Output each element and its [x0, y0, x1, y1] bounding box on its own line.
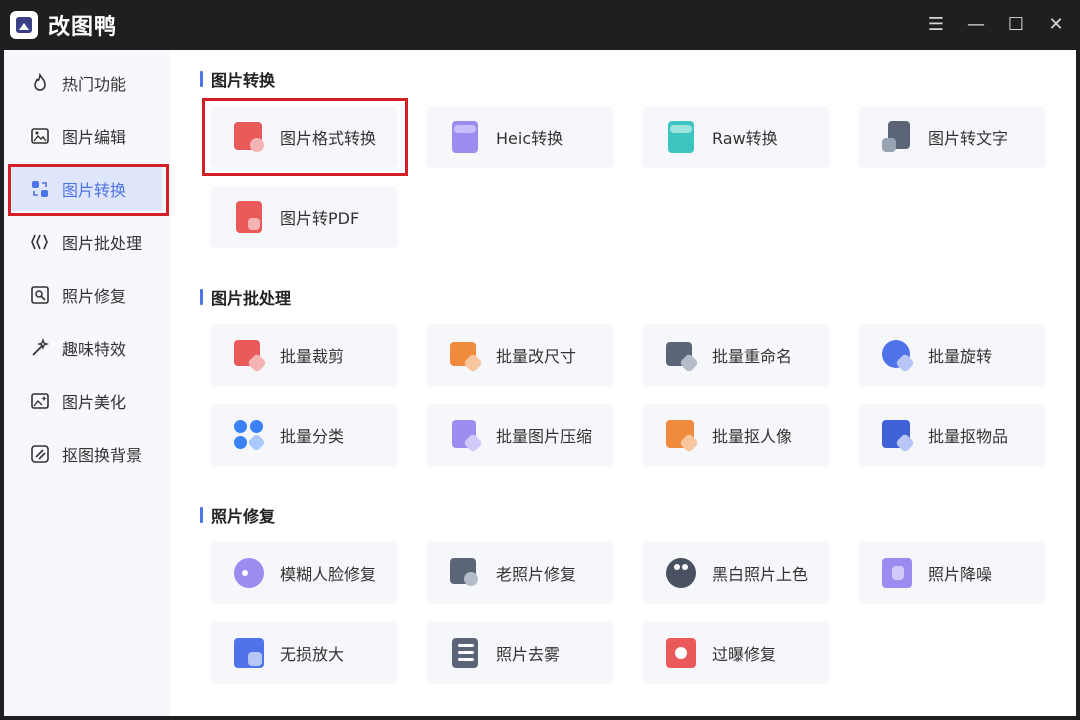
sidebar-item-image-edit[interactable]: 图片编辑 — [12, 114, 162, 158]
sidebar-item-label: 热门功能 — [62, 75, 127, 94]
tool-card-overexposure-repair[interactable]: 过曝修复 — [642, 622, 830, 684]
batch-compress-icon — [448, 418, 483, 453]
sidebar-item-hot[interactable]: 热门功能 — [12, 61, 162, 105]
sidebar-item-label: 抠图换背景 — [62, 446, 143, 465]
maximize-button[interactable]: ☐ — [1004, 13, 1028, 37]
main-panel: 图片转换 图片格式转换 Heic转换 Raw转换 图片转文字 图片转PDF 图片… — [170, 50, 1076, 716]
tool-card-heic-convert[interactable]: Heic转换 — [426, 106, 614, 168]
convert-icon — [30, 179, 50, 199]
tool-card-batch-compress[interactable]: 批量图片压缩 — [426, 404, 614, 466]
image-format-icon — [232, 120, 266, 154]
tool-card-raw-convert[interactable]: Raw转换 — [642, 106, 830, 168]
tool-card-face-repair[interactable]: 模糊人脸修复 — [210, 542, 398, 604]
sidebar-item-photo-repair[interactable]: 照片修复 — [12, 273, 162, 317]
sidebar-item-label: 图片批处理 — [62, 234, 143, 253]
denoise-icon — [880, 556, 914, 590]
fire-icon — [30, 73, 50, 93]
tool-card-batch-rename[interactable]: 批量重命名 — [642, 324, 830, 386]
image-to-pdf-icon — [232, 200, 266, 234]
tool-card-old-photo-repair[interactable]: 老照片修复 — [426, 542, 614, 604]
minimize-button[interactable]: — — [964, 13, 988, 37]
sidebar-item-label: 照片修复 — [62, 287, 127, 306]
dehaze-icon — [448, 636, 482, 670]
tool-card-image-format-convert[interactable]: 图片格式转换 — [210, 106, 398, 168]
image-edit-icon — [30, 126, 50, 146]
overexposure-repair-icon — [664, 636, 698, 670]
heic-icon — [448, 120, 482, 154]
batch-icon — [30, 232, 50, 252]
menu-icon[interactable]: ☰ — [924, 13, 948, 37]
tool-card-batch-portrait-cutout[interactable]: 批量抠人像 — [642, 404, 830, 466]
cutout-icon — [30, 444, 50, 464]
batch-portrait-cutout-icon — [664, 418, 699, 453]
app-window: 改图鸭 ☰ — ☐ ✕ 热门功能 图片编辑 图片转换 图片批处理 照片修复 趣味… — [0, 0, 1080, 720]
sidebar-item-label: 图片美化 — [62, 393, 127, 412]
tool-card-image-to-text[interactable]: 图片转文字 — [858, 106, 1046, 168]
batch-rename-icon — [664, 338, 699, 373]
batch-rotate-icon — [880, 338, 915, 373]
sidebar-item-cutout[interactable]: 抠图换背景 — [12, 432, 162, 476]
sidebar-item-fun-effects[interactable]: 趣味特效 — [12, 326, 162, 370]
tool-card-image-to-pdf[interactable]: 图片转PDF — [210, 186, 398, 248]
image-to-text-icon — [880, 120, 914, 154]
old-photo-repair-icon — [448, 556, 482, 590]
batch-resize-icon — [448, 338, 483, 373]
sidebar-item-label: 图片编辑 — [62, 128, 127, 147]
sidebar-item-label: 图片转换 — [62, 181, 127, 200]
sidebar-item-batch[interactable]: 图片批处理 — [12, 220, 162, 264]
magic-wand-icon — [30, 338, 50, 358]
tool-card-batch-object-cutout[interactable]: 批量抠物品 — [858, 404, 1046, 466]
sidebar-item-beautify[interactable]: 图片美化 — [12, 379, 162, 423]
batch-object-cutout-icon — [880, 418, 915, 453]
batch-classify-icon — [232, 418, 266, 452]
tool-card-batch-resize[interactable]: 批量改尺寸 — [426, 324, 614, 386]
tool-card-batch-rotate[interactable]: 批量旋转 — [858, 324, 1046, 386]
colorize-icon — [664, 556, 698, 590]
app-title: 改图鸭 — [48, 15, 118, 40]
face-repair-icon — [232, 556, 266, 590]
sidebar: 热门功能 图片编辑 图片转换 图片批处理 照片修复 趣味特效 图片美化 抠图换背… — [4, 50, 170, 716]
section-title-batch: 图片批处理 — [200, 285, 291, 309]
tool-card-denoise[interactable]: 照片降噪 — [858, 542, 1046, 604]
upscale-icon — [232, 636, 266, 670]
tool-card-batch-crop[interactable]: 批量裁剪 — [210, 324, 398, 386]
content-area: 热门功能 图片编辑 图片转换 图片批处理 照片修复 趣味特效 图片美化 抠图换背… — [4, 50, 1076, 716]
tool-card-colorize[interactable]: 黑白照片上色 — [642, 542, 830, 604]
raw-icon — [664, 120, 698, 154]
sidebar-item-label: 趣味特效 — [62, 340, 127, 359]
sidebar-item-image-convert[interactable]: 图片转换 — [12, 167, 162, 211]
tool-card-upscale[interactable]: 无损放大 — [210, 622, 398, 684]
batch-crop-icon — [232, 338, 267, 373]
close-button[interactable]: ✕ — [1044, 13, 1068, 37]
app-logo-icon — [10, 11, 38, 39]
title-bar[interactable]: 改图鸭 ☰ — ☐ ✕ — [0, 0, 1080, 50]
photo-repair-icon — [30, 285, 50, 305]
section-title-convert: 图片转换 — [200, 67, 275, 91]
section-title-photo-repair: 照片修复 — [200, 503, 275, 527]
tool-card-batch-classify[interactable]: 批量分类 — [210, 404, 398, 466]
beautify-icon — [30, 391, 50, 411]
tool-card-dehaze[interactable]: 照片去雾 — [426, 622, 614, 684]
